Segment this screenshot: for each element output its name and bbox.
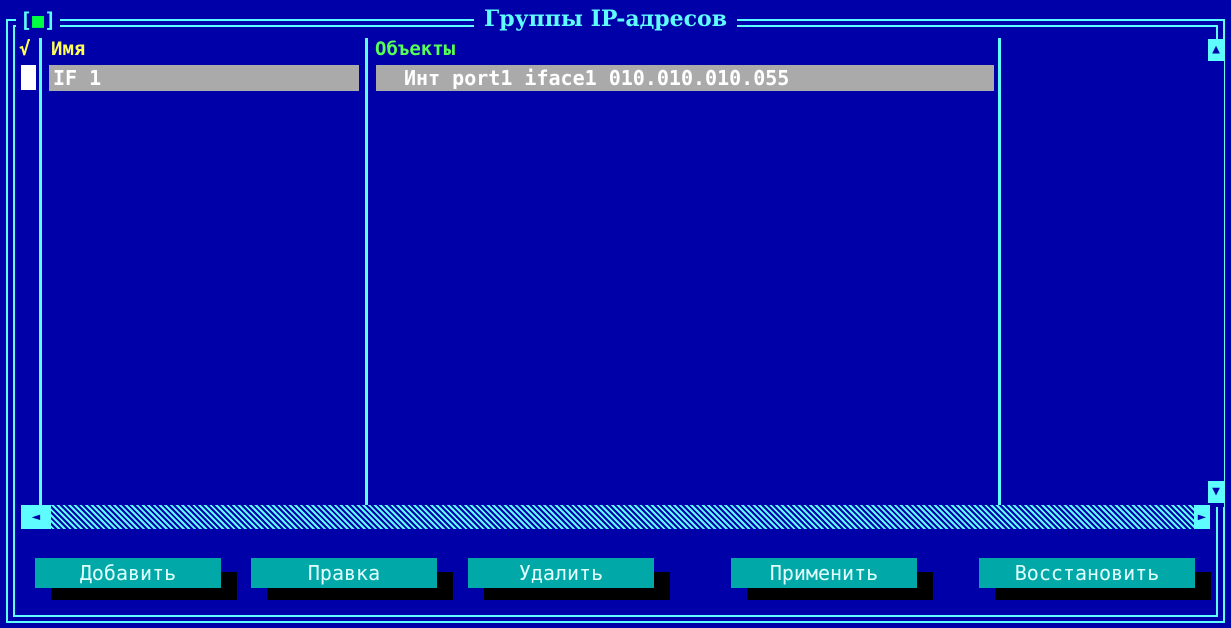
arrow-down-icon[interactable]: ▼ [1208,481,1224,503]
apply-button[interactable]: Применить [731,558,917,588]
group-name-row[interactable]: IF 1 [49,65,359,91]
arrow-left-icon[interactable]: ◄ [21,505,51,529]
edit-button[interactable]: Правка [251,558,437,588]
delete-button[interactable]: Удалить [468,558,654,588]
group-name-cell: IF 1 [53,66,102,90]
horizontal-scrollbar[interactable] [21,505,1210,529]
restore-button[interactable]: Восстановить [979,558,1195,588]
column-separator-name [365,38,368,506]
checkmark-icon: √ [19,38,31,60]
close-button[interactable]: [■] [16,8,61,32]
vertical-scrollbar[interactable] [1208,39,1224,507]
arrow-right-icon[interactable]: ► [1194,505,1210,529]
dialog-window: [■] Группы IP-адресов √ Имя Объекты IF 1… [0,0,1231,628]
column-header-objects: Объекты [375,38,456,60]
arrow-up-icon[interactable]: ▲ [1208,39,1224,61]
close-box-icon: ■ [32,8,45,32]
group-object-row[interactable]: Инт port1 iface1 010.010.010.055 [376,65,994,91]
add-button[interactable]: Добавить [35,558,221,588]
row-cursor [21,65,36,90]
column-separator-check [39,38,42,506]
window-title: Группы IP-адресов [474,7,737,31]
column-header-name: Имя [51,38,86,60]
group-object-cell: Инт port1 iface1 010.010.010.055 [404,66,790,90]
column-separator-objects [998,38,1001,506]
